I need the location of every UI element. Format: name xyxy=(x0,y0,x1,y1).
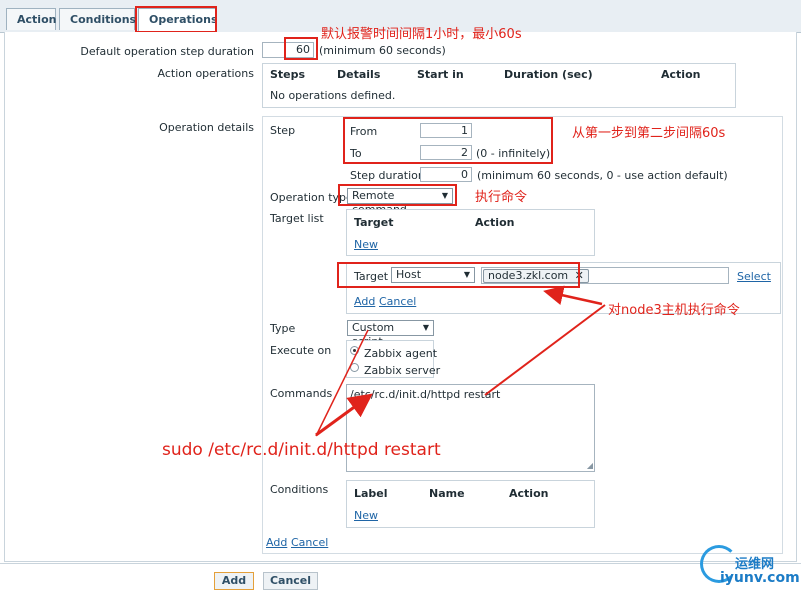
arrow-command-to-commands xyxy=(315,329,369,437)
arrow-host-to-commands xyxy=(484,304,606,396)
annotation-arrows xyxy=(315,285,606,437)
watermark-url: iyunv.com xyxy=(720,570,800,586)
arrow-to-host xyxy=(543,285,603,306)
arrow-to-commands xyxy=(315,393,373,437)
